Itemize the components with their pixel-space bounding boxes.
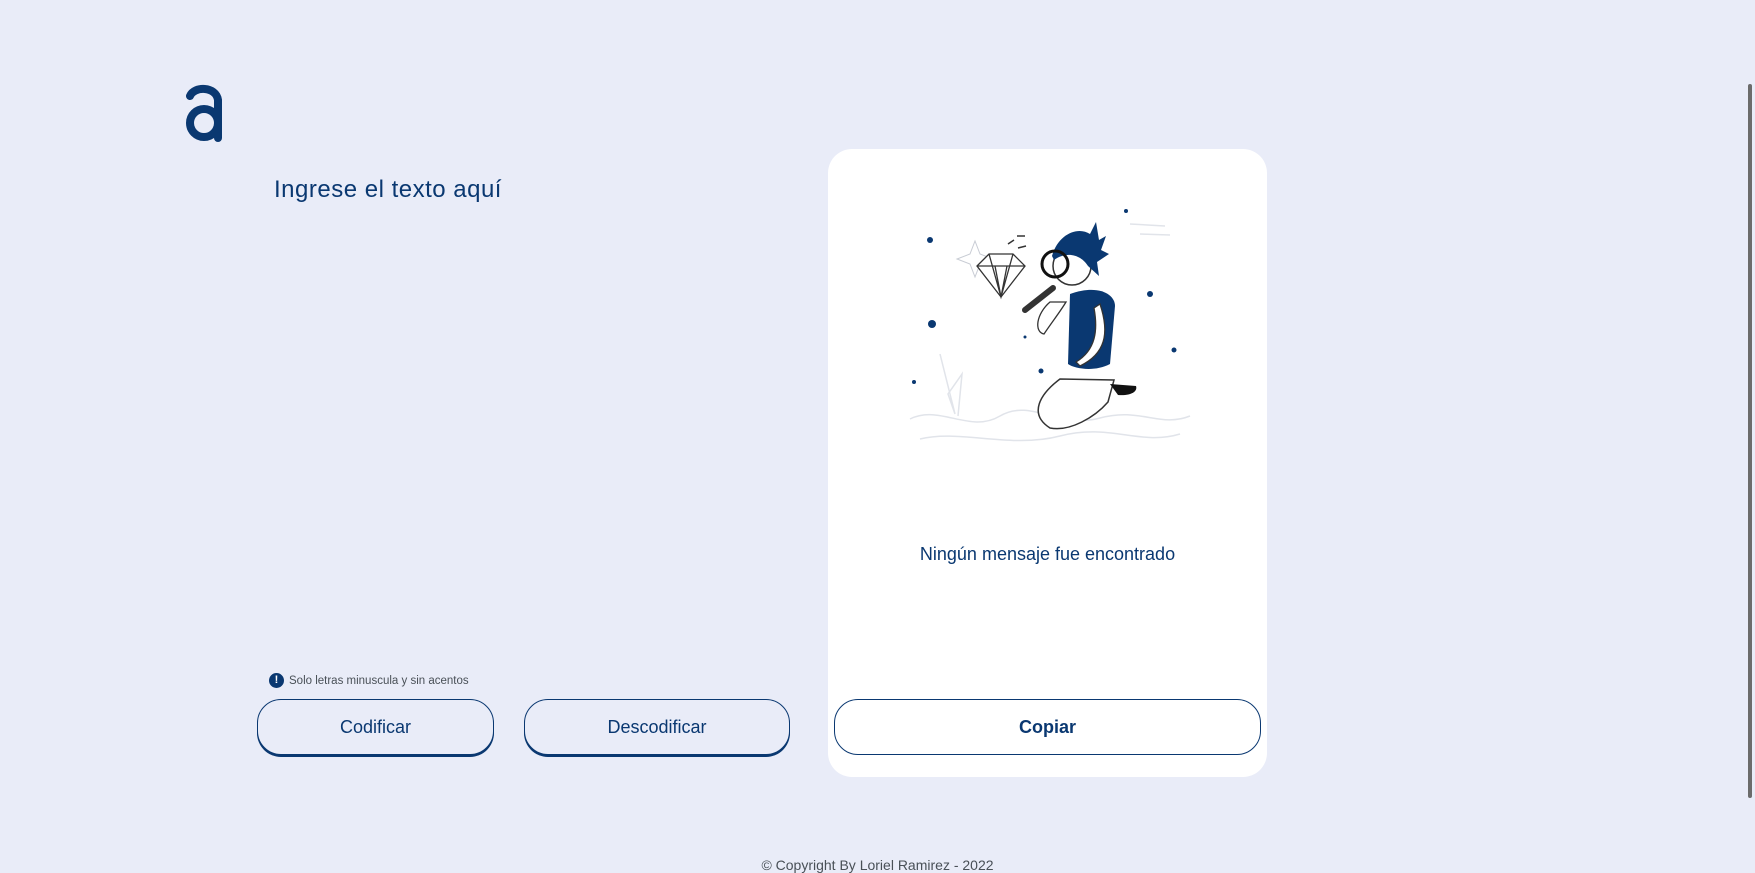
message-input[interactable] <box>274 170 784 656</box>
info-icon: ! <box>269 673 284 688</box>
encode-button[interactable]: Codificar <box>257 699 494 755</box>
copyright-footer: © Copyright By Loriel Ramirez - 2022 <box>761 857 994 873</box>
input-hint: ! Solo letras minuscula y sin acentos <box>269 673 469 688</box>
person-with-magnifying-glass-illustration <box>909 209 1191 442</box>
empty-state-title: Ningún mensaje fue encontrado <box>919 544 1176 564</box>
copy-button[interactable]: Copiar <box>834 699 1261 755</box>
page-scrollbar[interactable] <box>1743 0 1755 873</box>
output-panel: Ningún mensaje fue encontrado Copiar <box>828 149 1267 777</box>
scrollbar-thumb[interactable] <box>1748 84 1752 798</box>
alura-logo <box>186 85 222 142</box>
hint-text: Solo letras minuscula y sin acentos <box>289 674 469 687</box>
page: { "brand": { "logo_letter": "a", "logo_a… <box>0 0 1755 873</box>
decode-button[interactable]: Descodificar <box>524 699 790 755</box>
